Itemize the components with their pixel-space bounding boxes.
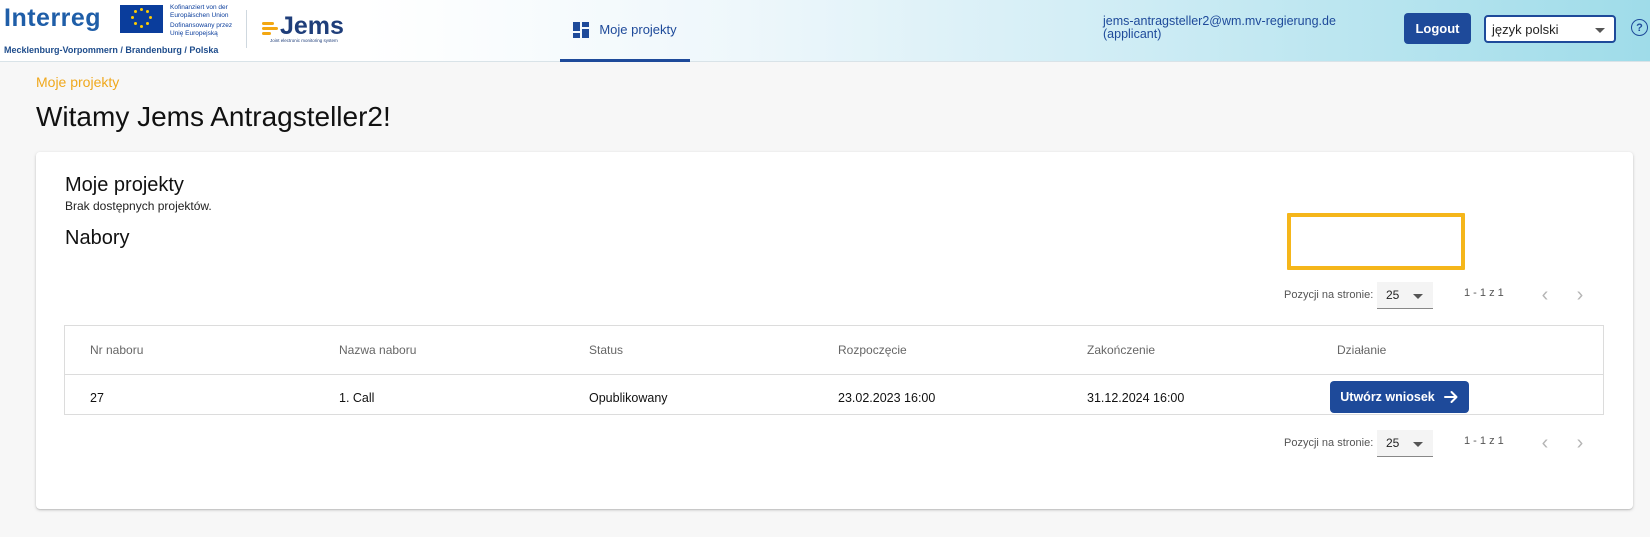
dropdown-caret-icon	[1595, 28, 1605, 33]
column-header[interactable]: Nr naboru	[90, 343, 143, 357]
table-header-row: Nr naboru Nazwa naboru Status Rozpoczęci…	[65, 326, 1603, 375]
help-icon[interactable]: ?	[1631, 19, 1648, 36]
logout-button[interactable]: Logout	[1404, 13, 1471, 44]
page-title: Witamy Jems Antragsteller2!	[36, 101, 391, 132]
jems-wordmark: Jems	[280, 12, 344, 40]
header-divider	[246, 10, 247, 48]
column-header[interactable]: Zakończenie	[1087, 343, 1155, 357]
page-size-select[interactable]: 25	[1377, 282, 1433, 309]
cell-end-date: 31.12.2024 16:00	[1087, 391, 1185, 405]
page-size-select[interactable]: 25	[1377, 430, 1433, 457]
projects-empty-text: Brak dostępnych projektów.	[65, 199, 212, 213]
interreg-wordmark: Interreg	[4, 4, 102, 32]
highlight-box	[1287, 213, 1465, 270]
page-size-value: 25	[1386, 288, 1400, 302]
nav-tab-label: Moje projekty	[599, 22, 677, 37]
cell-call-name: 1. Call	[339, 391, 375, 405]
language-value: język polski	[1492, 21, 1559, 37]
create-application-label: Utwórz wniosek	[1340, 390, 1435, 404]
dropdown-caret-icon	[1413, 294, 1423, 299]
app-header: Interreg Kofinanziert von der Europäisch…	[0, 0, 1650, 62]
cell-start-date: 23.02.2023 16:00	[838, 391, 936, 405]
page-range: 1 - 1 z 1	[1464, 287, 1504, 299]
eu-flag-icon	[120, 5, 163, 33]
nav-tab-my-projects[interactable]: Moje projekty	[560, 0, 690, 62]
paginator-top: Pozycji na stronie: 25 1 - 1 z 1 ‹ ›	[36, 277, 1633, 317]
cell-status: Opublikowany	[589, 391, 668, 405]
page-size-label: Pozycji na stronie:	[1284, 437, 1374, 449]
chevron-right-icon[interactable]: ›	[1568, 283, 1592, 307]
paginator-bottom: Pozycji na stronie: 25 1 - 1 z 1 ‹ ›	[36, 425, 1633, 465]
page-size-label: Pozycji na stronie:	[1284, 289, 1374, 301]
calls-section-title: Nabory	[65, 227, 130, 249]
column-header[interactable]: Rozpoczęcie	[838, 343, 907, 357]
column-header[interactable]: Status	[589, 343, 623, 357]
arrow-right-icon	[1443, 391, 1458, 403]
calls-table: Nr naboru Nazwa naboru Status Rozpoczęci…	[64, 325, 1604, 415]
projects-section-title: Moje projekty	[65, 174, 184, 196]
user-info: jems-antragsteller2@wm.mv-regierung.de (…	[1103, 15, 1336, 41]
main-card: Moje projekty Brak dostępnych projektów.…	[36, 152, 1633, 509]
language-select[interactable]: język polski	[1484, 15, 1616, 43]
column-header[interactable]: Nazwa naboru	[339, 343, 416, 357]
chevron-right-icon[interactable]: ›	[1568, 431, 1592, 455]
breadcrumb[interactable]: Moje projekty	[36, 74, 119, 90]
cell-call-number: 27	[90, 391, 104, 405]
column-header: Działanie	[1337, 343, 1387, 357]
page-range: 1 - 1 z 1	[1464, 435, 1504, 447]
eu-cofinancing-text: Kofinanziert von der Europäischen Union …	[170, 4, 233, 37]
jems-subtitle: Joint electronic monitoring system	[270, 38, 338, 43]
user-role: (applicant)	[1103, 27, 1162, 41]
dropdown-caret-icon	[1413, 442, 1423, 447]
chevron-left-icon[interactable]: ‹	[1533, 431, 1557, 455]
jems-mark-icon	[262, 18, 278, 35]
region-label: Mecklenburg-Vorpommern / Brandenburg / P…	[4, 45, 219, 55]
dashboard-icon	[573, 21, 590, 38]
chevron-left-icon[interactable]: ‹	[1533, 283, 1557, 307]
page-size-value: 25	[1386, 436, 1400, 450]
create-application-button[interactable]: Utwórz wniosek	[1330, 381, 1469, 413]
